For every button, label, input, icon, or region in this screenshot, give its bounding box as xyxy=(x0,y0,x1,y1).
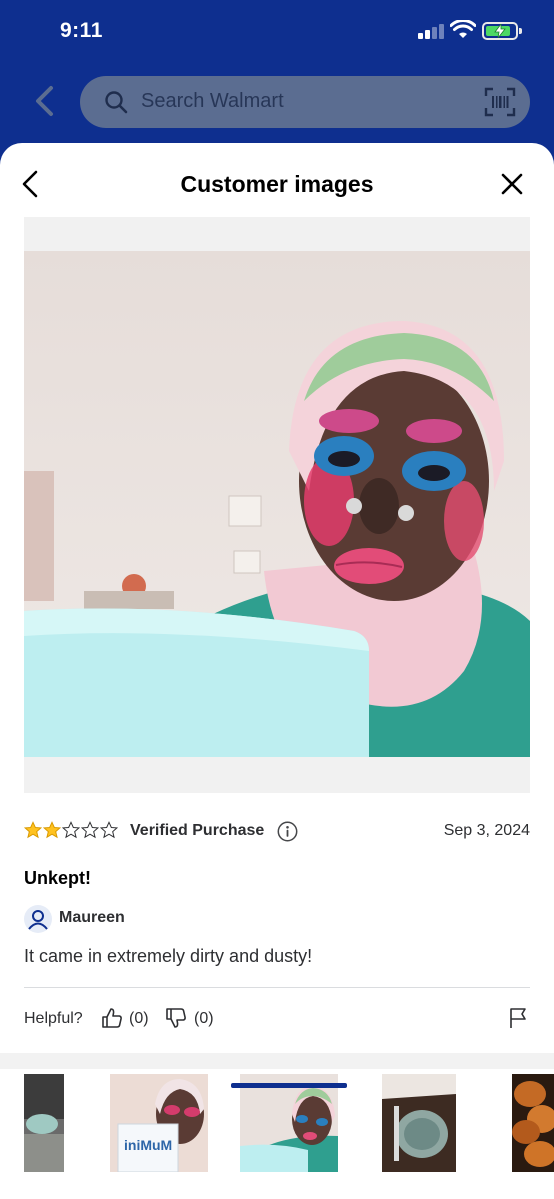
battery-icon xyxy=(482,22,522,40)
screen: 9:11 Search Walmart Customer images Veri… xyxy=(0,0,554,1199)
main-customer-image[interactable] xyxy=(24,251,530,757)
search-icon xyxy=(105,91,128,114)
status-bar: 9:11 xyxy=(0,0,554,62)
thumbs-up-icon[interactable] xyxy=(101,1007,123,1029)
helpful-row: Helpful? (0) (0) xyxy=(24,1007,530,1031)
helpful-up-count: (0) xyxy=(129,1010,149,1027)
cellular-signal-icon xyxy=(418,23,446,39)
star-filled-icon xyxy=(43,821,61,839)
status-time: 9:11 xyxy=(60,19,103,42)
search-bar[interactable]: Search Walmart xyxy=(80,76,530,128)
barcode-scan-icon[interactable] xyxy=(484,87,516,117)
wifi-icon xyxy=(450,20,476,38)
customer-images-sheet: Customer images Verified Purchase Sep 3,… xyxy=(0,143,554,1199)
thumbnail-3-selected[interactable] xyxy=(240,1074,338,1172)
search-placeholder: Search Walmart xyxy=(141,90,284,112)
flag-icon[interactable] xyxy=(508,1007,528,1029)
header-back-icon[interactable] xyxy=(32,84,58,118)
thumbnail-4[interactable] xyxy=(382,1074,456,1172)
close-icon[interactable] xyxy=(500,172,524,196)
verified-purchase-label: Verified Purchase xyxy=(130,822,265,839)
star-rating xyxy=(24,821,118,843)
thumbnail-strip: iniMuM xyxy=(0,1074,554,1174)
thumbs-down-icon[interactable] xyxy=(165,1007,187,1029)
helpful-down-count: (0) xyxy=(194,1010,214,1027)
star-empty-icon xyxy=(100,821,118,839)
main-image-frame xyxy=(24,217,530,793)
divider xyxy=(24,987,530,988)
thumbnail-1[interactable] xyxy=(24,1074,64,1172)
review-body: It came in extremely dirty and dusty! xyxy=(24,946,313,966)
star-empty-icon xyxy=(62,821,80,839)
review-title: Unkept! xyxy=(24,868,91,888)
thumbnail-brand-text: iniMuM xyxy=(124,1137,172,1153)
section-separator xyxy=(0,1053,554,1069)
star-empty-icon xyxy=(81,821,99,839)
helpful-label: Helpful? xyxy=(24,1010,83,1027)
review-date: Sep 3, 2024 xyxy=(443,822,530,839)
selected-thumbnail-indicator xyxy=(231,1083,347,1088)
thumbnail-2[interactable]: iniMuM xyxy=(110,1074,208,1172)
info-icon[interactable] xyxy=(277,821,298,842)
sheet-header: Customer images xyxy=(0,143,554,223)
sheet-title: Customer images xyxy=(180,171,374,197)
reviewer-name: Maureen xyxy=(59,909,125,926)
rating-row: Verified Purchase Sep 3, 2024 xyxy=(24,821,530,845)
star-filled-icon xyxy=(24,821,42,839)
user-icon xyxy=(24,905,52,933)
thumbnail-5[interactable] xyxy=(512,1074,554,1172)
